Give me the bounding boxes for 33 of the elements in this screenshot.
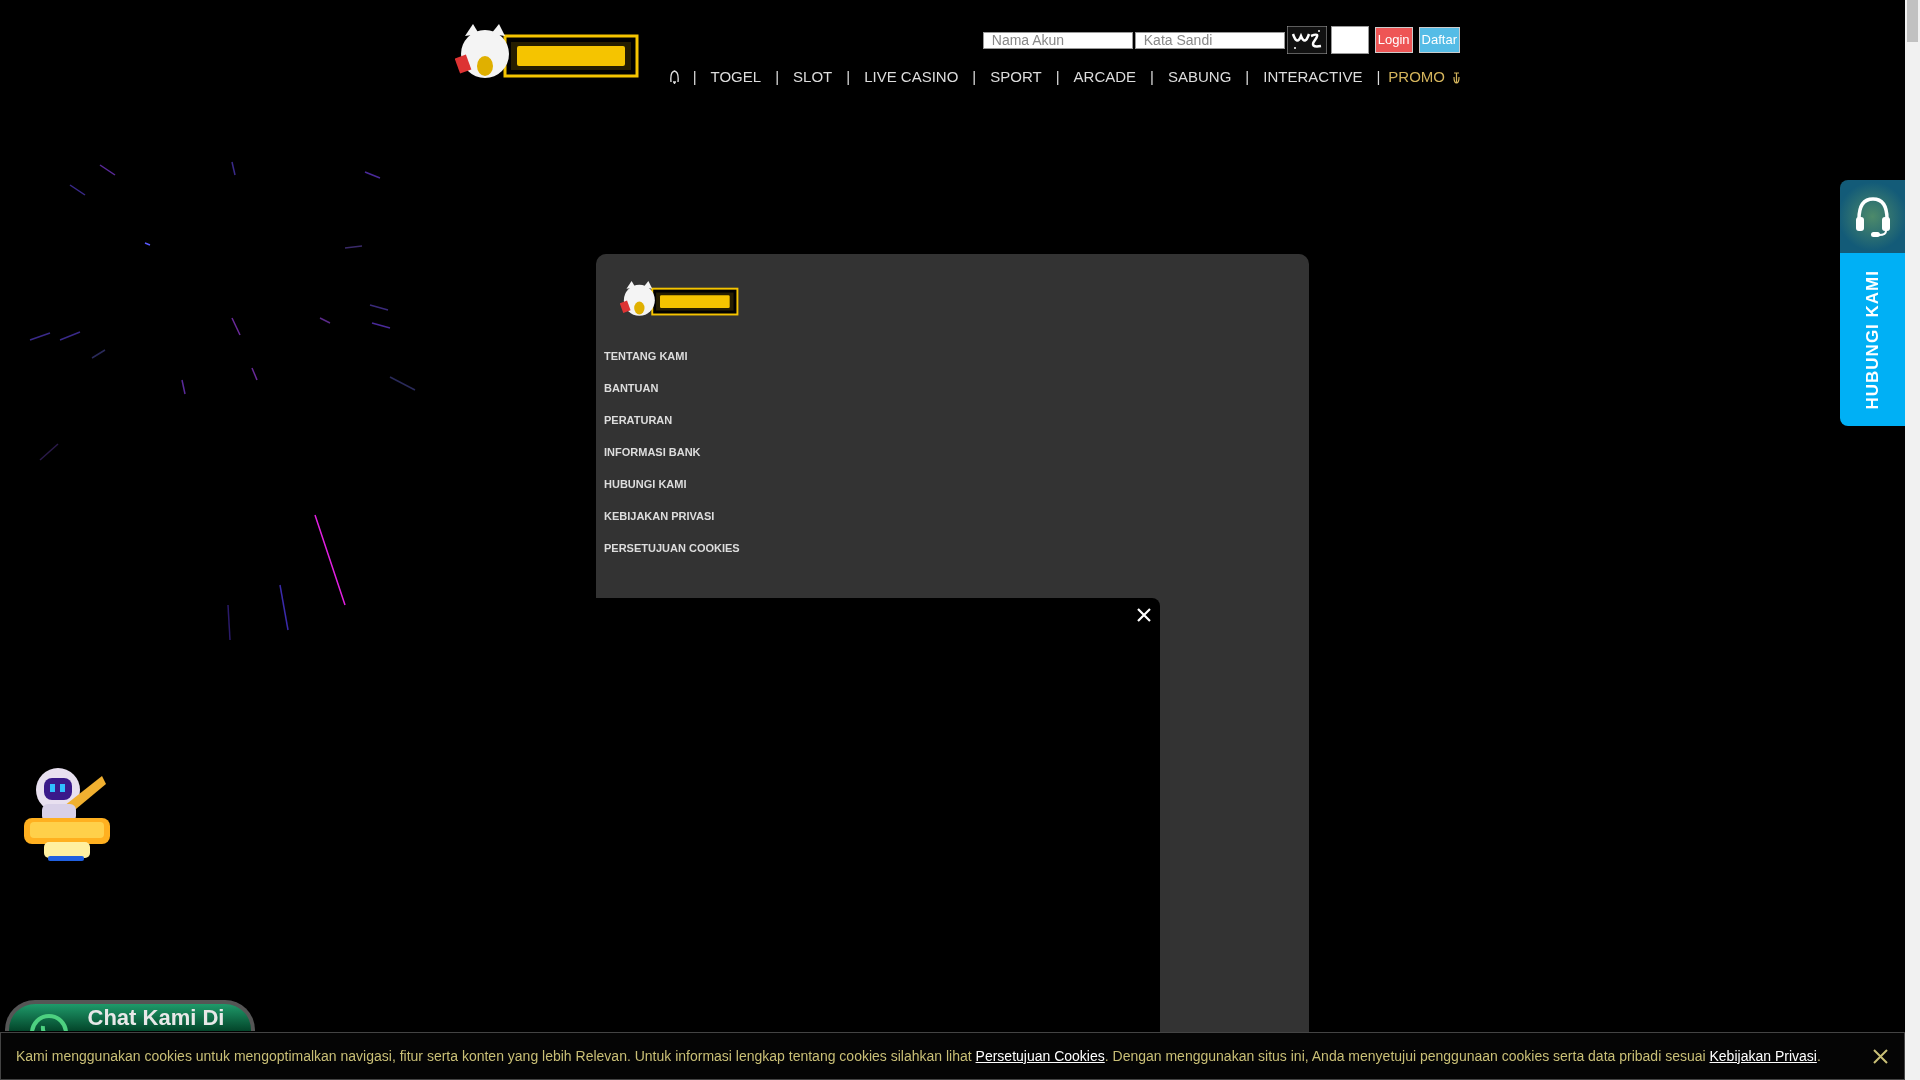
footer-menu-link[interactable]: TENTANG KAMI — [604, 348, 688, 364]
nav-separator: | — [972, 67, 977, 87]
footer-menu-link[interactable]: PERATURAN — [604, 412, 673, 428]
nav-separator: | — [846, 67, 851, 87]
nav-separator: | — [1150, 67, 1154, 87]
nav-link[interactable]: LIVE CASINO — [864, 66, 959, 89]
support-tab-header[interactable] — [1840, 180, 1905, 253]
nav-link[interactable]: INTERACTIVE — [1263, 66, 1363, 89]
whatsapp-chat-button[interactable]: Chat Kami Di — [5, 1000, 255, 1031]
nav-link[interactable]: SLOT — [793, 66, 833, 89]
nav-link[interactable]: TOGEL — [710, 66, 762, 89]
cookie-link[interactable]: Persetujuan Cookies — [975, 1047, 1105, 1064]
footer-menu-link[interactable]: PERSETUJUAN COOKIES — [604, 540, 740, 556]
nav-separator: | — [1376, 67, 1381, 87]
footer-menu-link[interactable]: BANTUAN — [604, 380, 659, 396]
username-field[interactable]: Nama Akun — [982, 31, 1133, 49]
nav-link[interactable]: ARCADE — [1073, 66, 1137, 89]
password-field[interactable]: Kata Sandi — [1134, 31, 1285, 49]
scrollbar[interactable] — [1905, 0, 1920, 1080]
footer-menu-link[interactable]: INFORMASI BANK — [604, 444, 701, 460]
cookie-link[interactable]: Kebijakan Privasi — [1709, 1047, 1817, 1064]
nav-separator: | — [692, 67, 697, 87]
nav-separator: | — [775, 67, 780, 87]
nav-link[interactable]: SPORT — [990, 66, 1042, 89]
nav-link[interactable]: SABUNG — [1167, 66, 1232, 89]
nav-separator: | — [1245, 67, 1250, 87]
close-icon[interactable] — [1872, 1048, 1889, 1065]
cookie-notice: Kami menggunakan cookies untuk mengoptimalkan navigasi, fitur serta konten yang lebih Relevan. Untuk informasi lengkap tentang cookies silahkan lihat Persetujuan Cookies. Dengan menggunakan situs ini, Anda menyetujui penggunaan cookies serta data pribadi sesuai Kebijakan Privasi. — [16, 1046, 1821, 1066]
footer-menu-link[interactable]: KEBIJAKAN PRIVASI — [604, 508, 715, 524]
footer-menu-link[interactable]: HUBUNGI KAMI — [604, 476, 687, 492]
promo-link[interactable]: PROMO — [1388, 66, 1445, 89]
captcha-field[interactable] — [1330, 26, 1369, 54]
nav-separator: | — [1055, 67, 1060, 87]
